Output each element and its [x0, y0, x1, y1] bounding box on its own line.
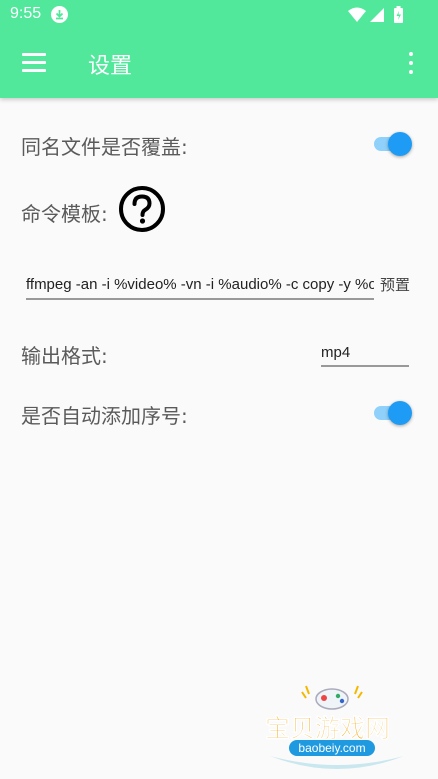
- help-icon[interactable]: [118, 185, 166, 233]
- watermark-name: 宝贝游戏网: [265, 714, 390, 743]
- output-format-input[interactable]: [321, 341, 409, 363]
- command-template-field[interactable]: [26, 272, 374, 300]
- signal-icon: [370, 8, 384, 22]
- wifi-icon: [348, 7, 366, 22]
- status-icons: [348, 6, 408, 28]
- command-template-input[interactable]: [26, 272, 374, 296]
- battery-icon: [394, 6, 403, 23]
- watermark-logo: 宝贝游戏网 baobeiy.com: [265, 685, 404, 769]
- output-format-label: 输出格式:: [21, 344, 108, 368]
- auto-number-switch[interactable]: [370, 398, 416, 428]
- overwrite-switch[interactable]: [370, 129, 416, 159]
- preset-button[interactable]: 预置: [380, 274, 410, 295]
- app-bar: 9:55 设置: [0, 0, 438, 98]
- command-template-label: 命令模板:: [21, 202, 108, 226]
- status-bar: 9:55: [0, 0, 438, 30]
- output-format-field[interactable]: [321, 341, 409, 367]
- overwrite-label: 同名文件是否覆盖:: [21, 135, 188, 159]
- menu-icon[interactable]: [22, 53, 46, 73]
- download-icon: [51, 6, 68, 23]
- watermark-site: baobeiy.com: [298, 741, 365, 755]
- page-title: 设置: [88, 54, 133, 79]
- more-options-icon[interactable]: [405, 52, 417, 76]
- status-time: 9:55: [10, 5, 42, 22]
- auto-number-label: 是否自动添加序号:: [21, 404, 188, 428]
